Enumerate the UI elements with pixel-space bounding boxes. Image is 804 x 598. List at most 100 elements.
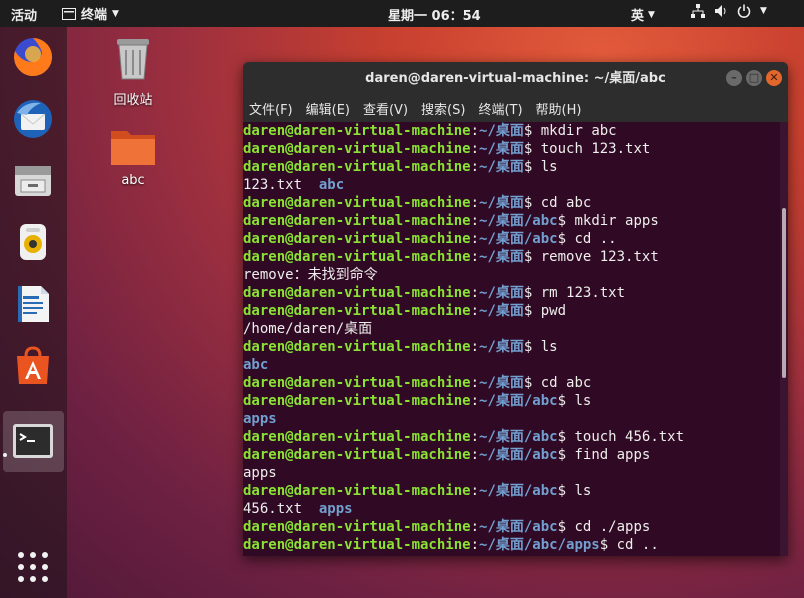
terminal-window[interactable]: daren@daren-virtual-machine: ~/桌面/abc – … xyxy=(243,62,788,556)
prompt-path: ~/桌面/abc/apps xyxy=(479,537,600,553)
prompt-symbol: $ xyxy=(599,537,609,553)
prompt-separator: : xyxy=(470,447,480,463)
top-bar: 活动 终端 ▼ 星期一 06：54 英 ▼ ▼ xyxy=(0,0,804,27)
files-icon[interactable] xyxy=(11,158,55,202)
prompt-separator: : xyxy=(470,195,480,211)
command-text: rm 123.txt xyxy=(532,285,626,301)
terminal-line: daren@daren-virtual-machine:~/桌面/abc/app… xyxy=(243,536,780,554)
output-directory: apps xyxy=(243,411,277,427)
prompt-user: daren@daren-virtual-machine xyxy=(243,483,471,499)
prompt-symbol: $ xyxy=(557,429,567,445)
system-menu[interactable]: ▼ xyxy=(691,4,767,18)
firefox-icon[interactable] xyxy=(11,35,55,79)
menu-item[interactable]: 终端(T) xyxy=(478,99,522,118)
command-text: ls xyxy=(532,339,558,355)
output-directory: abc xyxy=(318,177,345,193)
terminal-line: daren@daren-virtual-machine:~/桌面$ cd abc xyxy=(243,374,780,392)
chevron-down-icon: ▼ xyxy=(112,8,119,19)
command-text: touch 456.txt xyxy=(566,429,685,445)
close-button[interactable]: ✕ xyxy=(766,70,782,86)
folder-icon xyxy=(111,131,155,165)
command-text: mkdir apps xyxy=(566,213,659,229)
prompt-symbol: $ xyxy=(557,519,567,535)
terminal-line: daren@daren-virtual-machine:~/桌面$ ls xyxy=(243,158,780,176)
software-center-icon[interactable] xyxy=(11,344,55,388)
prompt-user: daren@daren-virtual-machine xyxy=(243,249,471,265)
app-menu-label: 终端 xyxy=(81,8,108,23)
prompt-user: daren@daren-virtual-machine xyxy=(243,123,471,139)
window-title: daren@daren-virtual-machine: ~/桌面/abc xyxy=(365,71,666,86)
thunderbird-icon[interactable] xyxy=(11,97,55,141)
menu-bar: 文件(F) 编辑(E) 查看(V) 搜索(S) 终端(T) 帮助(H) xyxy=(243,95,788,122)
command-text: cd abc xyxy=(532,375,592,391)
prompt-separator: : xyxy=(470,213,480,229)
prompt-separator: : xyxy=(470,159,480,175)
prompt-user: daren@daren-virtual-machine xyxy=(243,375,471,391)
prompt-separator: : xyxy=(470,429,480,445)
prompt-path: ~/桌面/abc xyxy=(479,429,558,445)
terminal-line: daren@daren-virtual-machine:~/桌面/abc$ to… xyxy=(243,428,780,446)
output-text: /home/daren/桌面 xyxy=(243,321,373,337)
scrollbar-thumb[interactable] xyxy=(782,208,786,378)
input-method-menu[interactable]: 英 ▼ xyxy=(631,5,655,24)
terminal-line: daren@daren-virtual-machine:~/桌面/abc$ fi… xyxy=(243,446,780,464)
terminal-line: daren@daren-virtual-machine:~/桌面/abc$ mk… xyxy=(243,212,780,230)
prompt-path: ~/桌面/abc xyxy=(479,213,558,229)
prompt-path: ~/桌面 xyxy=(479,249,524,265)
prompt-path: ~/桌面 xyxy=(479,141,524,157)
prompt-separator: : xyxy=(470,231,480,247)
command-text: pwd xyxy=(532,303,567,319)
activities-button[interactable]: 活动 xyxy=(11,5,37,24)
prompt-symbol: $ xyxy=(557,231,567,247)
prompt-separator: : xyxy=(470,375,480,391)
command-text: cd ./apps xyxy=(566,519,651,535)
prompt-path: ~/桌面/abc xyxy=(479,231,558,247)
chevron-down-icon: ▼ xyxy=(760,6,767,16)
menu-item[interactable]: 搜索(S) xyxy=(421,99,465,118)
prompt-separator: : xyxy=(470,339,480,355)
menu-item[interactable]: 帮助(H) xyxy=(536,99,582,118)
terminal-line: daren@daren-virtual-machine:~/桌面/abc$ cd… xyxy=(243,230,780,248)
prompt-user: daren@daren-virtual-machine xyxy=(243,195,471,211)
app-menu[interactable]: 终端 ▼ xyxy=(62,4,119,23)
desktop-trash[interactable]: 回收站 xyxy=(103,33,163,108)
terminal-line: abc xyxy=(243,356,780,374)
terminal-output[interactable]: daren@daren-virtual-machine:~/桌面$ mkdir … xyxy=(243,122,780,556)
command-text: ls xyxy=(566,483,592,499)
prompt-path: ~/桌面 xyxy=(479,195,524,211)
terminal-icon[interactable] xyxy=(11,419,55,463)
prompt-path: ~/桌面/abc xyxy=(479,483,558,499)
chevron-down-icon: ▼ xyxy=(648,9,655,20)
prompt-symbol: $ xyxy=(557,447,567,463)
libreoffice-writer-icon[interactable] xyxy=(11,282,55,326)
terminal-line: apps xyxy=(243,410,780,428)
prompt-user: daren@daren-virtual-machine xyxy=(243,393,471,409)
menu-item[interactable]: 编辑(E) xyxy=(306,99,350,118)
volume-icon xyxy=(715,5,726,17)
scrollbar[interactable] xyxy=(780,122,788,556)
prompt-path: ~/桌面/abc xyxy=(479,447,558,463)
window-titlebar[interactable]: daren@daren-virtual-machine: ~/桌面/abc – … xyxy=(243,62,788,95)
command-text: touch 123.txt xyxy=(532,141,651,157)
terminal-line: daren@daren-virtual-machine:~/桌面/abc$ ls xyxy=(243,392,780,410)
input-method-label: 英 xyxy=(631,9,645,24)
show-apps-icon[interactable] xyxy=(11,545,55,589)
output-text: 123.txt xyxy=(243,177,319,193)
prompt-symbol: $ xyxy=(557,213,567,229)
terminal-line: daren@daren-virtual-machine:~/桌面/abc$ ls xyxy=(243,482,780,500)
menu-item[interactable]: 查看(V) xyxy=(363,99,408,118)
command-text: remove 123.txt xyxy=(532,249,659,265)
terminal-line: 123.txt abc xyxy=(243,176,780,194)
desktop-folder-abc[interactable]: abc xyxy=(103,125,163,188)
terminal-line: apps xyxy=(243,464,780,482)
terminal-line: daren@daren-virtual-machine:~/桌面$ cd abc xyxy=(243,194,780,212)
maximize-button[interactable]: □ xyxy=(746,70,762,86)
minimize-button[interactable]: – xyxy=(726,70,742,86)
command-text: cd .. xyxy=(566,231,617,247)
menu-item[interactable]: 文件(F) xyxy=(249,99,293,118)
prompt-path: ~/桌面 xyxy=(479,285,524,301)
clock[interactable]: 星期一 06：54 xyxy=(388,5,481,24)
command-text: ls xyxy=(566,393,592,409)
rhythmbox-icon[interactable] xyxy=(11,220,55,264)
output-text: remove：未找到命令 xyxy=(243,267,378,283)
